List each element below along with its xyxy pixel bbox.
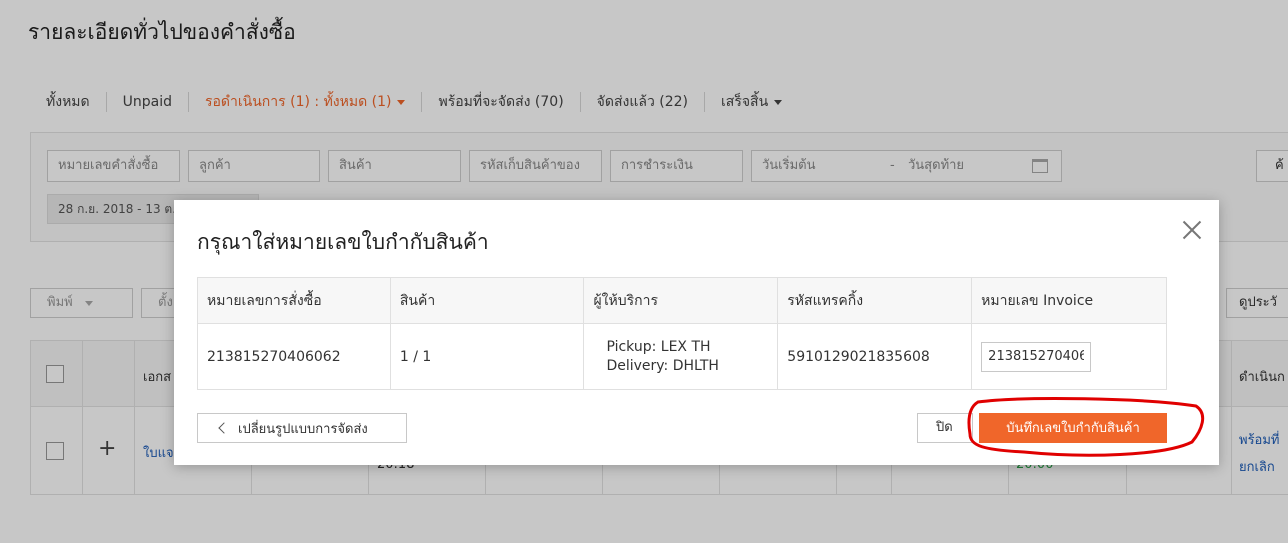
- header-order-number: หมายเลขการสั่งซื้อ: [197, 277, 391, 324]
- save-invoice-number-button[interactable]: บันทึกเลขใบกำกับสินค้า: [979, 413, 1167, 443]
- chevron-left-icon: [218, 422, 230, 434]
- dialog-title: กรุณาใส่หมายเลขใบกำกับสินค้า: [197, 230, 489, 254]
- invoice-number-dialog: กรุณาใส่หมายเลขใบกำกับสินค้า หมายเลขการส…: [174, 200, 1219, 465]
- change-shipping-label: เปลี่ยนรูปแบบการจัดส่ง: [238, 421, 368, 437]
- table-row: 213815270406062 1 / 1 Pickup: LEX TH Del…: [197, 323, 1167, 390]
- header-items: สินค้า: [389, 277, 585, 324]
- header-provider: ผู้ให้บริการ: [583, 277, 779, 324]
- header-invoice-number: หมายเลข Invoice: [971, 277, 1167, 324]
- provider-cell: Pickup: LEX TH Delivery: DHLTH: [583, 323, 779, 390]
- pickup-provider: Pickup: LEX TH: [606, 338, 711, 355]
- delivery-provider: Delivery: DHLTH: [606, 357, 719, 374]
- close-button[interactable]: ปิด: [917, 413, 973, 443]
- order-number-cell: 213815270406062: [197, 323, 391, 390]
- change-shipping-method-button[interactable]: เปลี่ยนรูปแบบการจัดส่ง: [197, 413, 407, 443]
- invoice-table: หมายเลขการสั่งซื้อ สินค้า ผู้ให้บริการ ร…: [197, 277, 1167, 390]
- items-cell: 1 / 1: [389, 323, 585, 390]
- close-icon[interactable]: [1181, 218, 1203, 240]
- invoice-table-header-row: หมายเลขการสั่งซื้อ สินค้า ผู้ให้บริการ ร…: [197, 277, 1167, 324]
- invoice-cell: [971, 323, 1167, 390]
- invoice-number-input[interactable]: [981, 341, 1092, 372]
- header-tracking: รหัสแทรคกิ้ง: [777, 277, 973, 324]
- tracking-cell: 5910129021835608: [777, 323, 973, 390]
